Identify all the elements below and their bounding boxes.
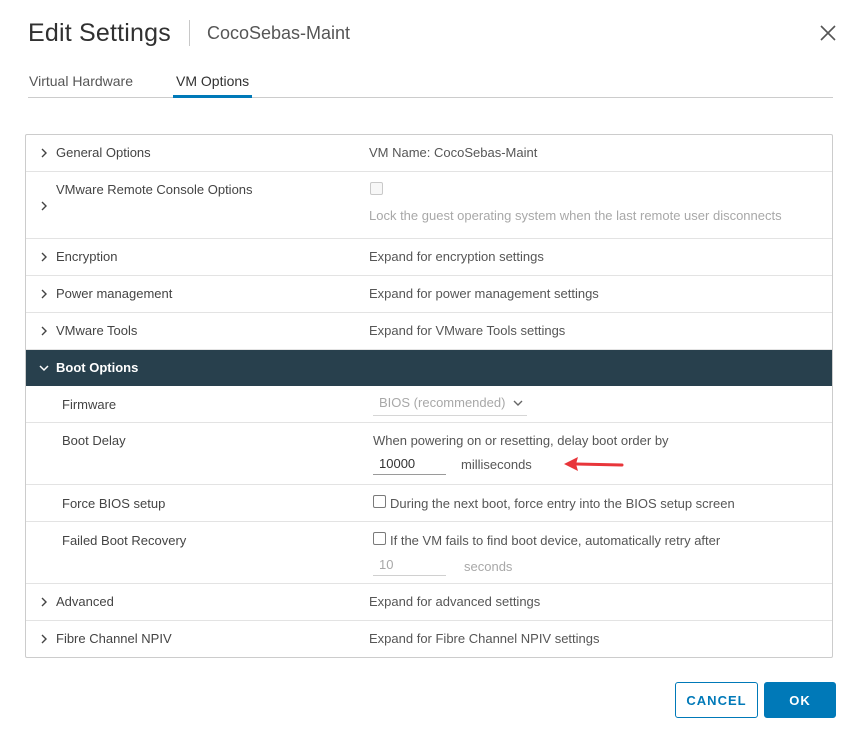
tab-bar: Virtual Hardware VM Options	[28, 70, 833, 98]
section-fibre-channel-npiv[interactable]: Fibre Channel NPIV Expand for Fibre Chan…	[26, 621, 832, 657]
close-icon	[820, 25, 836, 41]
chevron-right-icon	[41, 201, 47, 211]
section-general-options[interactable]: General Options VM Name: CocoSebas-Maint	[26, 135, 832, 172]
section-value: Expand for Fibre Channel NPIV settings	[369, 631, 600, 646]
tab-virtual-hardware[interactable]: Virtual Hardware	[29, 73, 133, 98]
section-label: Advanced	[56, 594, 114, 609]
section-encryption[interactable]: Encryption Expand for encryption setting…	[26, 239, 832, 276]
boot-delay-input[interactable]	[373, 453, 446, 475]
chevron-right-icon	[41, 634, 47, 644]
firmware-label: Firmware	[62, 397, 117, 412]
chevron-down-icon	[513, 400, 523, 406]
section-advanced[interactable]: Advanced Expand for advanced settings	[26, 584, 832, 621]
section-label: Encryption	[56, 249, 118, 264]
boot-delay-description: When powering on or resetting, delay boo…	[373, 433, 669, 448]
chevron-right-icon	[41, 148, 47, 158]
failed-boot-recovery-checkbox-label: If the VM fails to find boot device, aut…	[390, 533, 721, 548]
section-label: VMware Remote Console Options	[56, 182, 253, 197]
chevron-down-icon	[39, 365, 49, 372]
force-bios-checkbox[interactable]	[373, 495, 386, 508]
section-value: Expand for power management settings	[369, 286, 599, 301]
section-value: Expand for encryption settings	[369, 249, 544, 264]
edit-settings-dialog: Edit Settings CocoSebas-Maint Virtual Ha…	[0, 0, 855, 737]
row-force-bios-setup: Force BIOS setup During the next boot, f…	[26, 485, 832, 522]
section-value: VM Name: CocoSebas-Maint	[369, 145, 538, 160]
failed-boot-recovery-label: Failed Boot Recovery	[62, 533, 187, 548]
vm-options-panel: General Options VM Name: CocoSebas-Maint…	[25, 134, 833, 658]
dialog-header: Edit Settings CocoSebas-Maint	[28, 16, 350, 50]
firmware-selected-value: BIOS (recommended)	[379, 395, 506, 410]
force-bios-label: Force BIOS setup	[62, 496, 166, 511]
dialog-subtitle: CocoSebas-Maint	[206, 22, 351, 43]
retry-delay-input[interactable]	[373, 554, 446, 576]
boot-delay-unit: milliseconds	[461, 457, 532, 472]
red-arrow-icon	[564, 457, 624, 471]
chevron-right-icon	[41, 326, 47, 336]
section-remote-console-options[interactable]: VMware Remote Console Options Lock the g…	[26, 172, 832, 239]
firmware-select[interactable]: BIOS (recommended)	[373, 395, 528, 416]
section-value: Expand for advanced settings	[369, 594, 541, 609]
row-boot-delay: Boot Delay When powering on or resetting…	[26, 423, 832, 485]
tab-vm-options[interactable]: VM Options	[173, 73, 253, 98]
title-divider	[188, 20, 190, 46]
close-button[interactable]	[816, 21, 840, 45]
section-label: Power management	[56, 286, 173, 301]
section-boot-options[interactable]: Boot Options	[26, 350, 832, 386]
row-firmware: Firmware BIOS (recommended)	[26, 386, 832, 423]
force-bios-checkbox-label: During the next boot, force entry into t…	[390, 496, 735, 511]
chevron-right-icon	[41, 289, 47, 299]
retry-delay-unit: seconds	[464, 559, 513, 574]
lock-guest-os-label: Lock the guest operating system when the…	[369, 208, 782, 223]
section-label: Fibre Channel NPIV	[56, 631, 172, 646]
dialog-title: Edit Settings	[28, 18, 171, 47]
row-failed-boot-recovery: Failed Boot Recovery If the VM fails to …	[26, 522, 832, 584]
chevron-right-icon	[41, 597, 47, 607]
section-vmware-tools[interactable]: VMware Tools Expand for VMware Tools set…	[26, 313, 832, 350]
chevron-right-icon	[41, 252, 47, 262]
section-value: Expand for VMware Tools settings	[369, 323, 566, 338]
section-label: VMware Tools	[56, 323, 138, 338]
section-label: Boot Options	[56, 360, 139, 375]
section-label: General Options	[56, 145, 151, 160]
boot-delay-label: Boot Delay	[62, 433, 126, 448]
ok-button[interactable]: OK	[764, 682, 836, 718]
cancel-button[interactable]: CANCEL	[675, 682, 758, 718]
lock-guest-os-checkbox[interactable]	[370, 182, 383, 195]
failed-boot-recovery-checkbox[interactable]	[373, 532, 386, 545]
section-power-management[interactable]: Power management Expand for power manage…	[26, 276, 832, 313]
